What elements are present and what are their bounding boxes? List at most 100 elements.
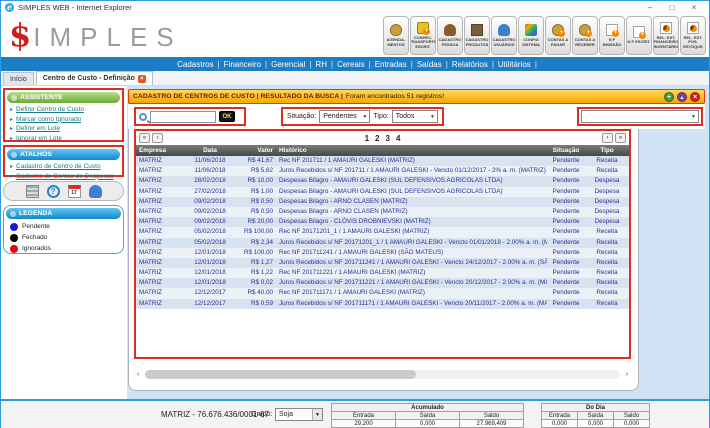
toolbar-button-rel-est-financeiro-invent-rio[interactable]: REL. EST. FINANCEIRO INVENTÁRIO (653, 16, 679, 55)
help-icon[interactable]: ? (47, 185, 60, 198)
sidebar-item-cadastro-de-centro-de-custo[interactable]: ▸Cadastro de Centro de Custo (5, 162, 122, 172)
table-row[interactable]: MATRIZ12/01/2018R$ 100,00Rec NF 20171124… (136, 248, 629, 258)
table-row[interactable]: MATRIZ12/12/2017R$ 40,00Rec NF 201711171… (136, 288, 629, 298)
table-row[interactable]: MATRIZ05/02/2018R$ 2,34Juros Recebidos s… (136, 238, 629, 248)
menu-item-utilit-rios[interactable]: Utilitários (494, 60, 535, 69)
table-row[interactable]: MATRIZ27/02/2018R$ 1,00Despesas Bilagro … (136, 187, 629, 197)
prev-page-button[interactable]: ‹ (152, 133, 163, 143)
close-button[interactable]: × (683, 2, 705, 14)
table-row[interactable]: MATRIZ11/06/2018R$ 5,62Juros Recebidos s… (136, 166, 629, 176)
col-empresa[interactable]: Empresa (136, 145, 188, 156)
sidebar-item-definir-centro-de-custo[interactable]: ▸Definir Centro de Custo (5, 105, 122, 115)
cell-situacao: Pendente (547, 217, 585, 227)
scrollbar-track[interactable] (145, 370, 620, 379)
toolbar-button-cadastro-pessoa[interactable]: CADASTRO PESSOA (437, 16, 463, 55)
table-row[interactable]: MATRIZ28/02/2018R$ 10,00Despesas Bilagro… (136, 176, 629, 186)
search-ok-button[interactable]: OK (219, 111, 235, 122)
pie-icon (687, 22, 699, 34)
legend-dot (10, 223, 18, 231)
cell-situacao: Pendente (547, 278, 585, 288)
menu-item-cereais[interactable]: Cereais (333, 60, 369, 69)
collapse-panel-button[interactable]: ▲ (677, 92, 687, 102)
close-panel-button[interactable]: × (690, 92, 700, 102)
toolbar-button-rel-est-pos-estoque[interactable]: REL. EST. POS. ESTOQUE (680, 16, 706, 55)
add-record-button[interactable]: + (664, 92, 674, 102)
page-number-2[interactable]: 2 (372, 134, 382, 143)
menu-item-gerencial[interactable]: Gerencial (267, 60, 309, 69)
table-row[interactable]: MATRIZ12/01/2018R$ 0,02Juros Recebidos s… (136, 278, 629, 288)
cell-empresa: MATRIZ (136, 197, 188, 207)
search-input[interactable] (150, 111, 216, 123)
cell-tipo: Despesa (585, 207, 629, 217)
situacao-select[interactable]: Pendentes ▼ (319, 110, 370, 123)
toolbar-button-contas-a-receber[interactable]: CONTAS A RECEBER (572, 16, 598, 55)
toolbar-button-agenda-mentos[interactable]: AGENDA-MENTOS (383, 16, 409, 55)
extra-filter-select[interactable]: ▼ (581, 110, 699, 123)
toolbar-button-conhec-transporte-escrit-[interactable]: CONHEC. TRANSPORTE ESCRIT. (410, 16, 436, 55)
page-number-3[interactable]: 3 (383, 134, 393, 143)
user-icon[interactable] (89, 185, 102, 198)
do-dia-entrada-value: 0,000 (542, 420, 578, 428)
maximize-button[interactable]: □ (661, 2, 683, 14)
cell-data: 12/12/2017 (188, 299, 232, 309)
cell-data: 05/02/2018 (188, 238, 232, 248)
page-number-4[interactable]: 4 (393, 134, 403, 143)
menu-item-entradas[interactable]: Entradas (371, 60, 411, 69)
sidebar-item-ignorar-em-lote[interactable]: ▸Ignorar em Lote (5, 134, 122, 144)
toolbar-button-label: REL. EST. POS. ESTOQUE (681, 36, 705, 50)
table-row[interactable]: MATRIZ09/02/2018R$ 0,50Despesas Bilagro … (136, 207, 629, 217)
sidebar-item-cadastro-de-contas-de-despesas[interactable]: ▸Cadastro de Contas de Despesas (5, 172, 122, 182)
cell-historico: Juros Recebidos s/ NF 201711241 / 1 AMAU… (276, 258, 547, 268)
toolbar-button-contas-a-pagar[interactable]: CONTAS A PAGAR (545, 16, 571, 55)
menu-item-financeiro[interactable]: Financeiro (220, 60, 265, 69)
sidebar-item-definir-em-lote[interactable]: ▸Definir em Lote (5, 124, 122, 134)
close-tab-icon[interactable]: × (138, 75, 146, 83)
next-page-button[interactable]: › (602, 133, 613, 143)
table-row[interactable]: MATRIZ12/01/2018R$ 1,22Rec NF 201711221 … (136, 268, 629, 278)
table-row[interactable]: MATRIZ12/01/2018R$ 1,27Juros Recebidos s… (136, 258, 629, 268)
scrollbar-thumb[interactable] (145, 370, 416, 379)
last-page-button[interactable]: » (615, 133, 626, 143)
toolbar-button-label: CADASTRO PRODUTOS (465, 38, 489, 47)
tab-centro-de-custo[interactable]: Centro de Custo - Definição × (36, 71, 153, 85)
cell-historico: Despesas Bilagro - AMAURI GALESKI (SUL D… (276, 176, 547, 186)
moneybag-icon (579, 24, 591, 36)
page-number-1[interactable]: 1 (362, 134, 372, 143)
scroll-right-icon[interactable]: › (623, 371, 631, 378)
minimize-button[interactable]: – (639, 2, 661, 14)
table-row[interactable]: MATRIZ05/02/2018R$ 100,00Rec NF 20171201… (136, 227, 629, 237)
col-historico[interactable]: Histórico (276, 145, 547, 156)
menu-item-sa-das[interactable]: Saídas (413, 60, 446, 69)
scroll-left-icon[interactable]: ‹ (134, 371, 142, 378)
tab-inicio[interactable]: Início (3, 72, 34, 85)
grupo-select[interactable]: Soja ▼ (275, 408, 323, 421)
col-tipo[interactable]: Tipo (585, 145, 629, 156)
menu-item-relat-rios[interactable]: Relatórios (448, 60, 492, 69)
tipo-select[interactable]: Todos ▼ (392, 110, 438, 123)
toolbar-button-cadastro-produtos[interactable]: CADASTRO PRODUTOS (464, 16, 490, 55)
menu-item-cadastros[interactable]: Cadastros (173, 60, 217, 69)
toolbar-button-n-f-emiss-o[interactable]: N F EMISSÃO (599, 16, 625, 55)
col-valor[interactable]: Valor (232, 145, 276, 156)
cell-situacao: Pendente (547, 268, 585, 278)
first-page-button[interactable]: « (139, 133, 150, 143)
acumulado-entrada-value: 29,200 (332, 420, 396, 428)
toolbar-button-n-f-escrit-[interactable]: N F ESCRIT. (626, 16, 652, 55)
table-row[interactable]: MATRIZ12/12/2017R$ 0,59Juros Recebidos s… (136, 299, 629, 309)
situacao-label: Situação: (287, 113, 316, 120)
menu-item-rh[interactable]: RH (311, 60, 331, 69)
col-data[interactable]: Data (188, 145, 232, 156)
calendar-icon[interactable]: 17 (68, 185, 81, 198)
toolbar-button-config-sistema[interactable]: CONFIG SISTEMA (518, 16, 544, 55)
legend-dot (10, 245, 18, 253)
cell-data: 28/02/2018 (188, 176, 232, 186)
calculator-icon[interactable] (26, 185, 39, 198)
table-row[interactable]: MATRIZ09/02/2018R$ 0,50Despesas Bilagro … (136, 197, 629, 207)
table-row[interactable]: MATRIZ09/02/2018R$ 20,00Despesas Bilagro… (136, 217, 629, 227)
table-row[interactable]: MATRIZ11/06/2018R$ 41,67Rec NF 201711 / … (136, 156, 629, 166)
col-situacao[interactable]: Situação (547, 145, 585, 156)
sidebar-item-marcar-como-ignorado[interactable]: ▸Marcar como Ignorado (5, 115, 122, 125)
toolbar-button-cadastro-usu-rios[interactable]: CADASTRO USUÁRIOS (491, 16, 517, 55)
logo-text: IMPLES (33, 22, 182, 53)
sidebar-item-label: Ignorar em Lote (16, 135, 62, 142)
